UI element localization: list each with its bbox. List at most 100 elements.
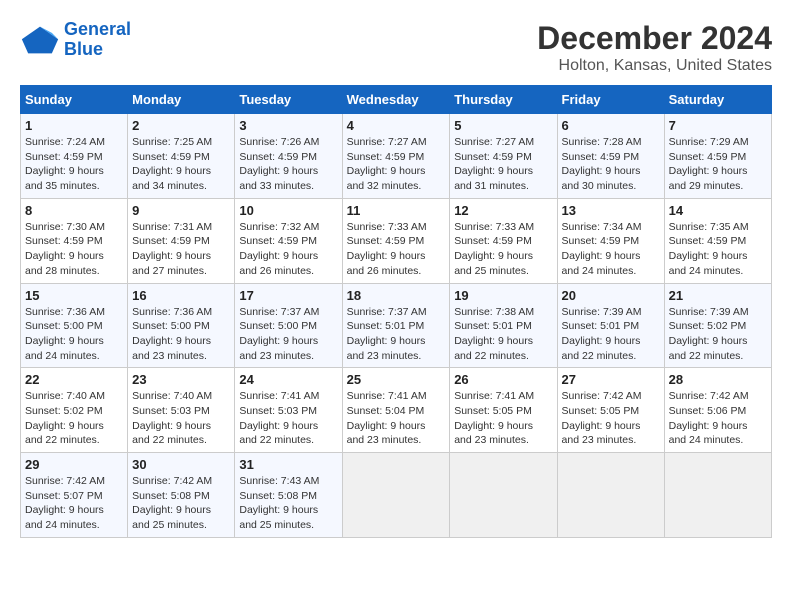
day-number: 20 <box>562 288 660 303</box>
day-detail: Sunrise: 7:36 AM Sunset: 5:00 PM Dayligh… <box>25 305 123 364</box>
main-title: December 2024 <box>537 20 772 57</box>
weekday-header: Tuesday <box>235 86 342 114</box>
day-detail: Sunrise: 7:25 AM Sunset: 4:59 PM Dayligh… <box>132 135 230 194</box>
calendar-cell: 4 Sunrise: 7:27 AM Sunset: 4:59 PM Dayli… <box>342 114 450 199</box>
logo-icon <box>20 25 60 55</box>
day-number: 5 <box>454 118 552 133</box>
calendar-cell: 2 Sunrise: 7:25 AM Sunset: 4:59 PM Dayli… <box>128 114 235 199</box>
day-number: 19 <box>454 288 552 303</box>
day-number: 4 <box>347 118 446 133</box>
day-detail: Sunrise: 7:36 AM Sunset: 5:00 PM Dayligh… <box>132 305 230 364</box>
calendar-week-row: 22 Sunrise: 7:40 AM Sunset: 5:02 PM Dayl… <box>21 368 772 453</box>
logo-line1: General <box>64 19 131 39</box>
day-detail: Sunrise: 7:39 AM Sunset: 5:02 PM Dayligh… <box>669 305 767 364</box>
day-detail: Sunrise: 7:27 AM Sunset: 4:59 PM Dayligh… <box>454 135 552 194</box>
day-detail: Sunrise: 7:32 AM Sunset: 4:59 PM Dayligh… <box>239 220 337 279</box>
calendar: SundayMondayTuesdayWednesdayThursdayFrid… <box>20 85 772 538</box>
calendar-cell: 5 Sunrise: 7:27 AM Sunset: 4:59 PM Dayli… <box>450 114 557 199</box>
day-detail: Sunrise: 7:40 AM Sunset: 5:02 PM Dayligh… <box>25 389 123 448</box>
day-number: 10 <box>239 203 337 218</box>
day-detail: Sunrise: 7:26 AM Sunset: 4:59 PM Dayligh… <box>239 135 337 194</box>
day-detail: Sunrise: 7:30 AM Sunset: 4:59 PM Dayligh… <box>25 220 123 279</box>
day-number: 30 <box>132 457 230 472</box>
calendar-cell: 17 Sunrise: 7:37 AM Sunset: 5:00 PM Dayl… <box>235 283 342 368</box>
calendar-cell: 6 Sunrise: 7:28 AM Sunset: 4:59 PM Dayli… <box>557 114 664 199</box>
weekday-header: Thursday <box>450 86 557 114</box>
day-number: 12 <box>454 203 552 218</box>
calendar-cell: 20 Sunrise: 7:39 AM Sunset: 5:01 PM Dayl… <box>557 283 664 368</box>
day-detail: Sunrise: 7:41 AM Sunset: 5:03 PM Dayligh… <box>239 389 337 448</box>
calendar-cell: 3 Sunrise: 7:26 AM Sunset: 4:59 PM Dayli… <box>235 114 342 199</box>
day-detail: Sunrise: 7:24 AM Sunset: 4:59 PM Dayligh… <box>25 135 123 194</box>
day-number: 3 <box>239 118 337 133</box>
calendar-cell: 1 Sunrise: 7:24 AM Sunset: 4:59 PM Dayli… <box>21 114 128 199</box>
day-number: 1 <box>25 118 123 133</box>
calendar-cell: 25 Sunrise: 7:41 AM Sunset: 5:04 PM Dayl… <box>342 368 450 453</box>
calendar-cell: 8 Sunrise: 7:30 AM Sunset: 4:59 PM Dayli… <box>21 198 128 283</box>
calendar-week-row: 29 Sunrise: 7:42 AM Sunset: 5:07 PM Dayl… <box>21 453 772 538</box>
day-number: 31 <box>239 457 337 472</box>
calendar-cell: 29 Sunrise: 7:42 AM Sunset: 5:07 PM Dayl… <box>21 453 128 538</box>
day-detail: Sunrise: 7:38 AM Sunset: 5:01 PM Dayligh… <box>454 305 552 364</box>
weekday-header: Wednesday <box>342 86 450 114</box>
day-number: 2 <box>132 118 230 133</box>
weekday-header-row: SundayMondayTuesdayWednesdayThursdayFrid… <box>21 86 772 114</box>
day-detail: Sunrise: 7:29 AM Sunset: 4:59 PM Dayligh… <box>669 135 767 194</box>
day-number: 11 <box>347 203 446 218</box>
calendar-cell: 10 Sunrise: 7:32 AM Sunset: 4:59 PM Dayl… <box>235 198 342 283</box>
calendar-cell: 28 Sunrise: 7:42 AM Sunset: 5:06 PM Dayl… <box>664 368 771 453</box>
day-number: 14 <box>669 203 767 218</box>
day-detail: Sunrise: 7:37 AM Sunset: 5:01 PM Dayligh… <box>347 305 446 364</box>
calendar-cell: 7 Sunrise: 7:29 AM Sunset: 4:59 PM Dayli… <box>664 114 771 199</box>
day-detail: Sunrise: 7:40 AM Sunset: 5:03 PM Dayligh… <box>132 389 230 448</box>
calendar-week-row: 1 Sunrise: 7:24 AM Sunset: 4:59 PM Dayli… <box>21 114 772 199</box>
day-number: 27 <box>562 372 660 387</box>
day-detail: Sunrise: 7:33 AM Sunset: 4:59 PM Dayligh… <box>347 220 446 279</box>
calendar-cell: 19 Sunrise: 7:38 AM Sunset: 5:01 PM Dayl… <box>450 283 557 368</box>
day-number: 7 <box>669 118 767 133</box>
calendar-week-row: 8 Sunrise: 7:30 AM Sunset: 4:59 PM Dayli… <box>21 198 772 283</box>
day-detail: Sunrise: 7:28 AM Sunset: 4:59 PM Dayligh… <box>562 135 660 194</box>
calendar-cell: 27 Sunrise: 7:42 AM Sunset: 5:05 PM Dayl… <box>557 368 664 453</box>
weekday-header: Saturday <box>664 86 771 114</box>
calendar-cell: 12 Sunrise: 7:33 AM Sunset: 4:59 PM Dayl… <box>450 198 557 283</box>
day-number: 8 <box>25 203 123 218</box>
calendar-cell: 30 Sunrise: 7:42 AM Sunset: 5:08 PM Dayl… <box>128 453 235 538</box>
day-detail: Sunrise: 7:42 AM Sunset: 5:06 PM Dayligh… <box>669 389 767 448</box>
day-detail: Sunrise: 7:42 AM Sunset: 5:08 PM Dayligh… <box>132 474 230 533</box>
logo: General Blue <box>20 20 131 60</box>
day-detail: Sunrise: 7:31 AM Sunset: 4:59 PM Dayligh… <box>132 220 230 279</box>
logo-text: General Blue <box>64 20 131 60</box>
calendar-cell: 11 Sunrise: 7:33 AM Sunset: 4:59 PM Dayl… <box>342 198 450 283</box>
day-detail: Sunrise: 7:35 AM Sunset: 4:59 PM Dayligh… <box>669 220 767 279</box>
day-detail: Sunrise: 7:39 AM Sunset: 5:01 PM Dayligh… <box>562 305 660 364</box>
day-number: 28 <box>669 372 767 387</box>
calendar-cell: 22 Sunrise: 7:40 AM Sunset: 5:02 PM Dayl… <box>21 368 128 453</box>
calendar-cell: 24 Sunrise: 7:41 AM Sunset: 5:03 PM Dayl… <box>235 368 342 453</box>
calendar-week-row: 15 Sunrise: 7:36 AM Sunset: 5:00 PM Dayl… <box>21 283 772 368</box>
day-number: 16 <box>132 288 230 303</box>
day-number: 13 <box>562 203 660 218</box>
day-detail: Sunrise: 7:41 AM Sunset: 5:05 PM Dayligh… <box>454 389 552 448</box>
day-detail: Sunrise: 7:42 AM Sunset: 5:07 PM Dayligh… <box>25 474 123 533</box>
day-detail: Sunrise: 7:43 AM Sunset: 5:08 PM Dayligh… <box>239 474 337 533</box>
day-number: 23 <box>132 372 230 387</box>
weekday-header: Sunday <box>21 86 128 114</box>
calendar-cell: 9 Sunrise: 7:31 AM Sunset: 4:59 PM Dayli… <box>128 198 235 283</box>
day-number: 17 <box>239 288 337 303</box>
subtitle: Holton, Kansas, United States <box>537 57 772 75</box>
calendar-cell <box>342 453 450 538</box>
day-detail: Sunrise: 7:27 AM Sunset: 4:59 PM Dayligh… <box>347 135 446 194</box>
day-number: 24 <box>239 372 337 387</box>
calendar-cell: 16 Sunrise: 7:36 AM Sunset: 5:00 PM Dayl… <box>128 283 235 368</box>
day-number: 18 <box>347 288 446 303</box>
calendar-cell: 31 Sunrise: 7:43 AM Sunset: 5:08 PM Dayl… <box>235 453 342 538</box>
day-number: 26 <box>454 372 552 387</box>
day-number: 15 <box>25 288 123 303</box>
day-number: 9 <box>132 203 230 218</box>
calendar-cell: 26 Sunrise: 7:41 AM Sunset: 5:05 PM Dayl… <box>450 368 557 453</box>
calendar-cell <box>664 453 771 538</box>
weekday-header: Monday <box>128 86 235 114</box>
calendar-cell: 14 Sunrise: 7:35 AM Sunset: 4:59 PM Dayl… <box>664 198 771 283</box>
day-detail: Sunrise: 7:34 AM Sunset: 4:59 PM Dayligh… <box>562 220 660 279</box>
